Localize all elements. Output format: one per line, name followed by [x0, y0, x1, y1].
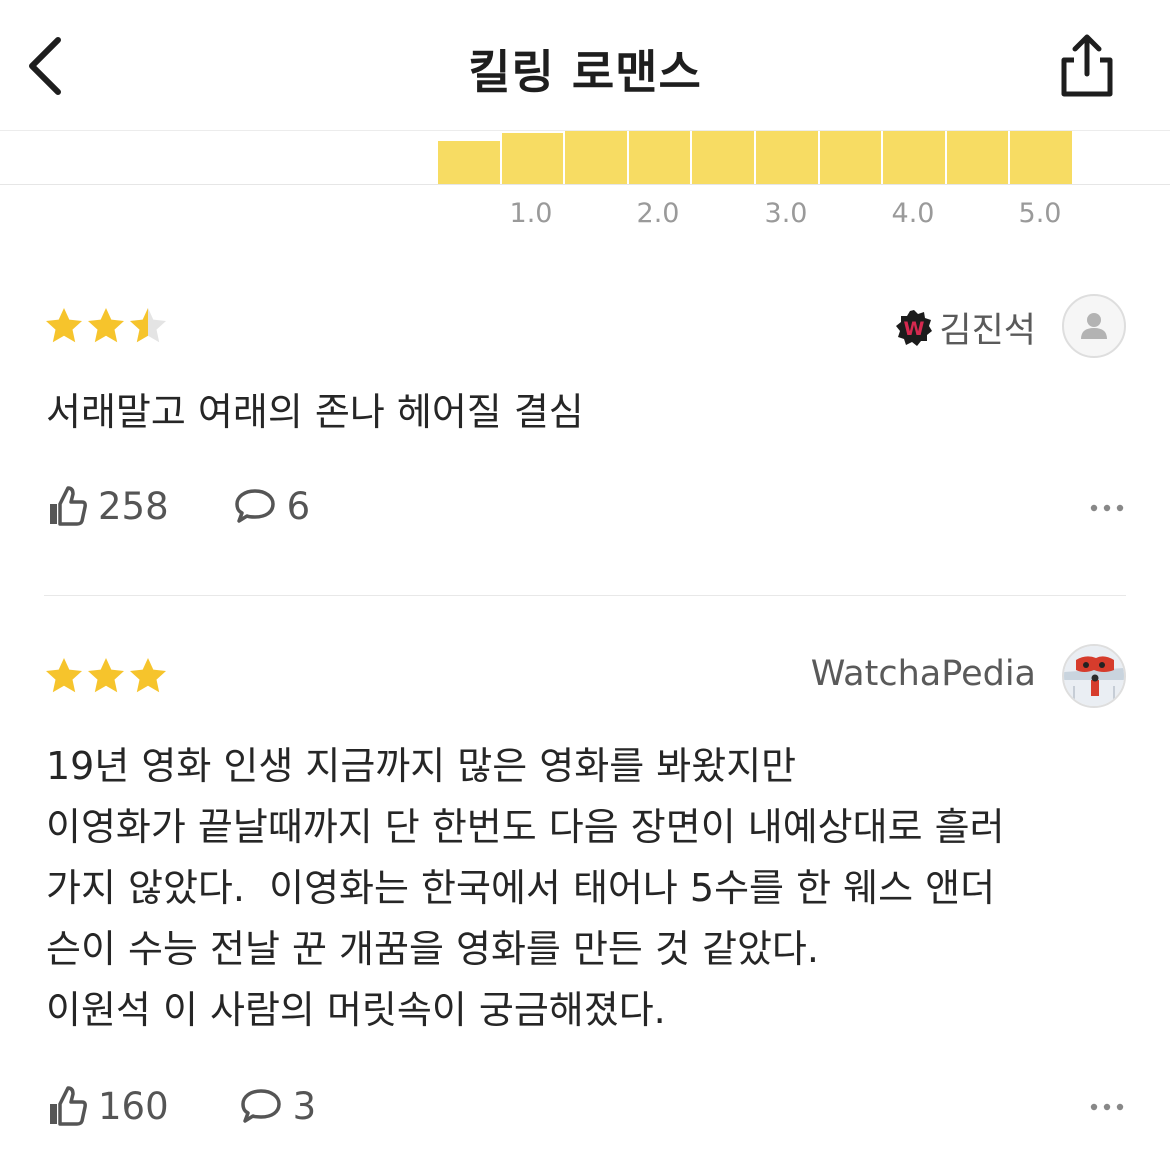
- default-avatar-icon: [1081, 313, 1107, 339]
- review-actions: 258 6: [46, 484, 310, 528]
- histogram-bar: [501, 133, 564, 184]
- star-full-icon: [88, 658, 124, 693]
- thumbs-up-icon: [50, 1086, 87, 1126]
- review-text: 19년 영화 인생 지금까지 많은 영화를 봐왔지만 이영화가 끝날때까지 단 …: [46, 744, 1005, 1032]
- histogram-bar: [946, 131, 1009, 184]
- histogram-tick: 5.0: [1018, 198, 1062, 229]
- star-full-icon: [46, 658, 82, 693]
- watcha-badge-icon: W: [896, 309, 933, 346]
- star-full-icon: [46, 308, 82, 343]
- histogram-tick: 2.0: [636, 198, 680, 229]
- star-full-icon: [130, 658, 166, 693]
- review-text: 서래말고 여래의 존나 헤어질 결심: [46, 390, 584, 434]
- ellipsis-icon: [1090, 1103, 1124, 1111]
- comment-icon: [240, 1089, 281, 1123]
- histogram-tick: 4.0: [891, 198, 935, 229]
- author-name: WatchaPedia: [810, 654, 1036, 694]
- movie-comments-page: 킬링 로맨스 1.0 2.0 3.0 4.0 5.0 W 김진석 서래말고 여래…: [0, 0, 1170, 1173]
- histogram-bar: [1010, 131, 1072, 184]
- histogram-tick: 1.0: [509, 198, 553, 229]
- star-full-icon: [88, 308, 124, 343]
- comment-button[interactable]: 6: [233, 484, 311, 528]
- thumbs-up-icon: [50, 486, 87, 526]
- histogram-bar: [883, 131, 945, 184]
- like-count: 160: [98, 1084, 169, 1128]
- rating-histogram: [438, 131, 1072, 184]
- review-author[interactable]: WatchaPedia: [811, 654, 1036, 694]
- histogram-tick: 3.0: [764, 198, 808, 229]
- review-actions: 160 3: [46, 1084, 316, 1128]
- share-button[interactable]: [1052, 30, 1122, 100]
- top-navigation-bar: 킬링 로맨스: [0, 0, 1170, 130]
- comment-count: 3: [292, 1084, 317, 1128]
- like-button[interactable]: 258: [46, 484, 169, 528]
- more-options-button[interactable]: [1088, 1097, 1128, 1117]
- histogram-bar: [628, 131, 691, 184]
- star-rating: [44, 656, 168, 696]
- histogram-bar: [756, 131, 818, 184]
- histogram-bar: [819, 131, 882, 184]
- page-title: 킬링 로맨스: [468, 45, 702, 99]
- share-icon: [1061, 34, 1113, 97]
- more-options-button[interactable]: [1088, 498, 1128, 518]
- profile-photo-icon: [1064, 646, 1124, 706]
- like-button[interactable]: 160: [46, 1084, 169, 1128]
- review-author[interactable]: W 김진석: [895, 302, 1036, 353]
- star-half-icon: [130, 308, 166, 343]
- histogram-bar: [692, 131, 754, 184]
- star-rating: [44, 306, 168, 346]
- ellipsis-icon: [1090, 504, 1124, 512]
- histogram-bar: [565, 131, 627, 184]
- histogram-bar: [438, 141, 500, 184]
- badge-letter: W: [904, 318, 925, 340]
- like-count: 258: [98, 484, 169, 528]
- avatar[interactable]: [1062, 294, 1126, 358]
- comment-icon: [234, 489, 275, 523]
- review-divider: [44, 595, 1126, 596]
- avatar[interactable]: [1062, 644, 1126, 708]
- histogram-baseline: [0, 184, 1170, 185]
- comment-button[interactable]: 3: [239, 1084, 317, 1128]
- comment-count: 6: [286, 484, 311, 528]
- author-name: 김진석: [939, 311, 1036, 351]
